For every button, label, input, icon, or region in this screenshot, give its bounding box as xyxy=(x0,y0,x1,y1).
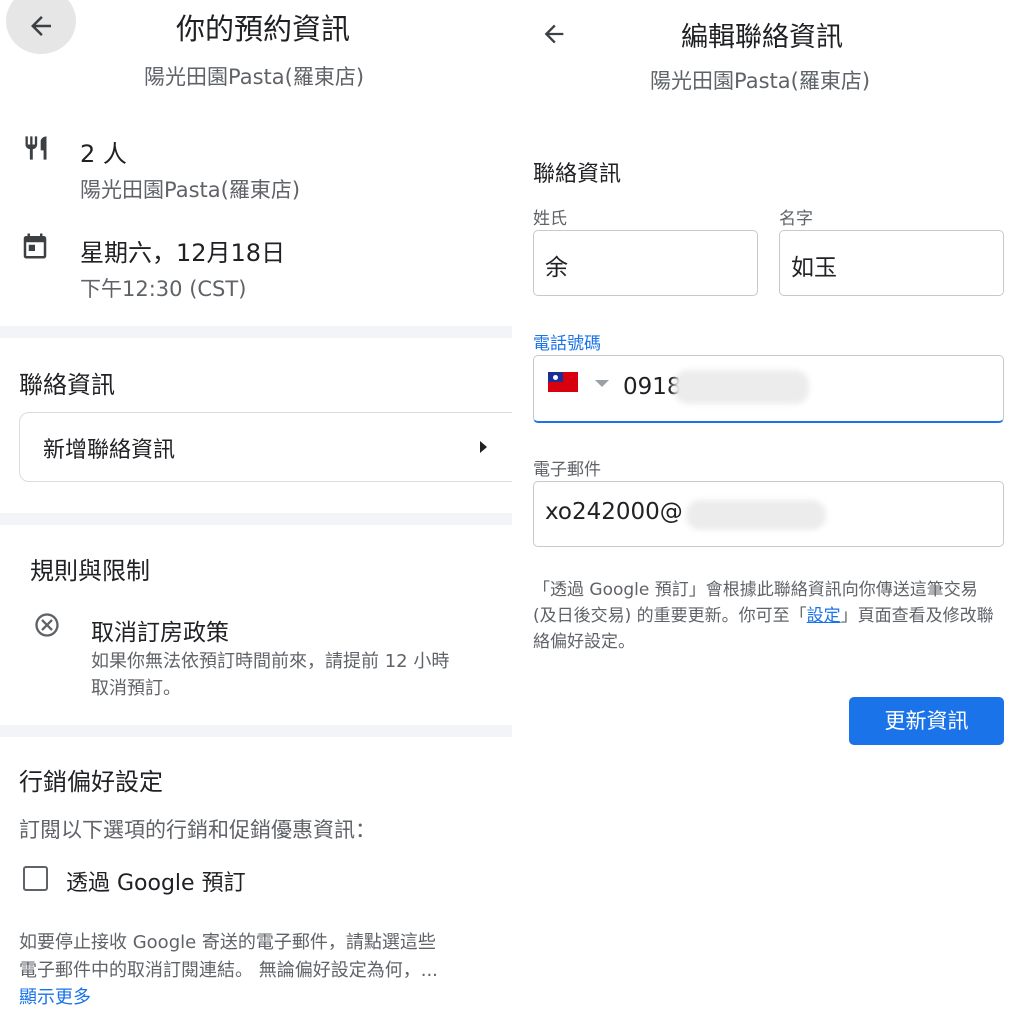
first-name-label: 名字 xyxy=(779,209,813,229)
arrow-left-icon[interactable] xyxy=(540,20,568,48)
redacted-area xyxy=(674,370,809,404)
settings-link[interactable]: 設定 xyxy=(807,606,841,626)
first-name-field[interactable]: 如玉 xyxy=(779,230,1004,296)
update-info-button[interactable]: 更新資訊 xyxy=(849,697,1004,745)
last-name-field[interactable]: 余 xyxy=(533,230,758,296)
flag-sun xyxy=(553,374,558,380)
email-value: xo242000@ xyxy=(545,499,683,525)
party-restaurant: 陽光田園Pasta(羅東店) xyxy=(80,178,301,202)
restaurant-subtitle: 陽光田園Pasta(羅東店) xyxy=(650,69,871,93)
taiwan-flag-icon[interactable] xyxy=(548,372,578,392)
cancellation-policy-title: 取消訂房政策 xyxy=(91,620,229,646)
contact-notice: 「透過 Google 預訂」會根據此聯絡資訊向你傳送這筆交易 (及日後交易) 的… xyxy=(533,577,1003,655)
cancellation-policy-line2: 取消預訂。 xyxy=(91,678,181,699)
add-contact-label: 新增聯絡資訊 xyxy=(43,438,176,463)
email-field[interactable]: xo242000@ xyxy=(533,481,1004,547)
marketing-intro: 訂閱以下選項的行銷和促銷優惠資訊： xyxy=(19,818,376,842)
country-dropdown-icon[interactable] xyxy=(595,380,609,387)
reservation-info-panel: 你的預約資訊 陽光田園Pasta(羅東店) 2 人 陽光田園Pasta(羅東店)… xyxy=(0,0,512,1024)
google-booking-checkbox[interactable] xyxy=(23,866,48,891)
section-divider xyxy=(0,725,512,737)
page-title: 你的預約資訊 xyxy=(176,12,351,46)
show-more-link[interactable]: 顯示更多 xyxy=(19,984,91,1011)
cancel-circle-icon xyxy=(35,613,59,637)
email-label: 電子郵件 xyxy=(533,460,601,480)
last-name-value: 余 xyxy=(545,255,568,281)
first-name-value: 如玉 xyxy=(791,255,837,281)
party-size: 2 人 xyxy=(80,140,127,168)
section-divider xyxy=(0,513,512,525)
restaurant-subtitle: 陽光田園Pasta(羅東店) xyxy=(144,65,365,89)
checkbox-label: 透過 Google 預訂 xyxy=(66,871,246,896)
cancellation-policy-line1: 如果你無法依預訂時間前來，請提前 12 小時 xyxy=(91,651,450,672)
contact-section-title: 聯絡資訊 xyxy=(19,371,115,399)
page-title: 編輯聯絡資訊 xyxy=(681,22,843,53)
calendar-icon xyxy=(23,233,47,259)
marketing-section-title: 行銷偏好設定 xyxy=(19,768,163,796)
unsubscribe-note-line1: 如要停止接收 Google 寄送的電子郵件，請點選這些 xyxy=(19,932,436,953)
unsubscribe-note-line2: 電子郵件中的取消訂閱連結。 無論偏好設定為何，... xyxy=(19,960,438,981)
chevron-right-icon xyxy=(480,441,487,453)
flag-canton xyxy=(548,372,563,382)
section-divider xyxy=(0,326,512,338)
redacted-area xyxy=(686,500,826,530)
rules-section-title: 規則與限制 xyxy=(30,557,150,585)
last-name-label: 姓氏 xyxy=(533,209,567,229)
edit-contact-panel: 編輯聯絡資訊 陽光田園Pasta(羅東店) 聯絡資訊 姓氏 余 名字 如玉 電話… xyxy=(517,0,1024,1024)
contact-section-title: 聯絡資訊 xyxy=(533,162,622,187)
restaurant-icon xyxy=(25,136,47,160)
phone-value: 0918 xyxy=(623,374,682,400)
phone-label: 電話號碼 xyxy=(533,334,601,354)
reservation-date: 星期六，12月18日 xyxy=(80,239,286,267)
add-contact-row[interactable]: 新增聯絡資訊 xyxy=(19,412,512,482)
phone-field[interactable]: 0918 xyxy=(533,355,1004,423)
reservation-time: 下午12:30 (CST) xyxy=(80,277,247,301)
arrow-left-icon[interactable] xyxy=(26,11,56,41)
